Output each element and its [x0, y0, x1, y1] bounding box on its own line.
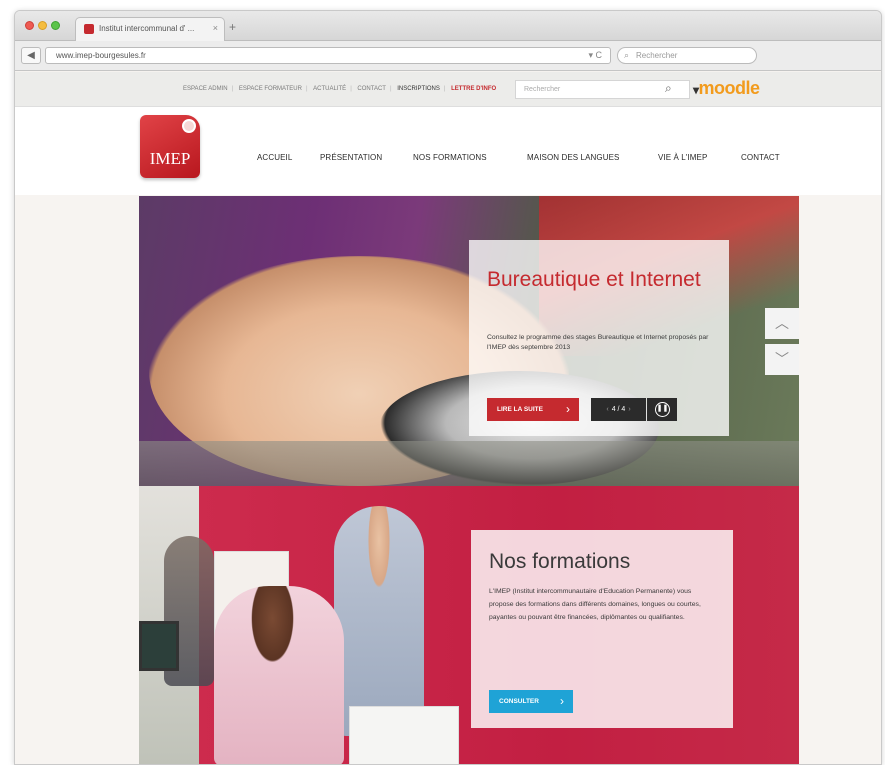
utility-link-admin[interactable]: ESPACE ADMIN [183, 86, 228, 92]
formations-description: L'IMEP (Institut intercommunautaire d'Ed… [489, 588, 701, 621]
formations-photo-man-older [334, 506, 424, 736]
utility-bar: ESPACE ADMIN | ESPACE FORMATEUR | ACTUALIT… [15, 72, 881, 107]
url-text: www.imep-bourgesules.fr [56, 51, 146, 60]
utility-link-actualite[interactable]: ACTUALITÉ [313, 86, 346, 92]
minimize-window-button[interactable] [38, 21, 47, 30]
utility-link-formateur[interactable]: ESPACE FORMATEUR [239, 86, 302, 92]
search-icon[interactable]: ⌕ [665, 81, 672, 96]
formations-section: Nos formations L'IMEP (Institut intercom… [139, 486, 799, 764]
slide-card: Bureautique et Internet Consultez le pro… [469, 240, 729, 436]
utility-link-newsletter[interactable]: LETTRE D'INFO [451, 86, 496, 92]
browser-window: Institut intercommunal d' ... × + ◀ www.… [14, 10, 882, 765]
slide-up-button[interactable]: ︿ [765, 308, 799, 339]
zoom-window-button[interactable] [51, 21, 60, 30]
browser-search-input[interactable]: ⌕ Rechercher [617, 47, 757, 64]
read-more-button[interactable]: LIRE LA SUITE › [487, 398, 579, 421]
chevron-right-icon[interactable]: › [628, 406, 630, 413]
tab-close-icon[interactable]: × [213, 23, 218, 33]
site-search-placeholder: Rechercher [524, 86, 561, 93]
search-icon: ⌕ [624, 50, 630, 60]
nav-formations[interactable]: NOS FORMATIONS [413, 153, 487, 162]
formations-title: Nos formations [489, 550, 631, 573]
tab-title: Institut intercommunal d' ... [99, 24, 195, 33]
slide-title: Bureautique et Internet [487, 268, 701, 291]
hero-photo-desk [139, 441, 799, 486]
pause-icon: ❚❚ [655, 402, 670, 417]
web-page: ESPACE ADMIN | ESPACE FORMATEUR | ACTUALIT… [15, 72, 881, 764]
utility-link-contact[interactable]: CONTACT [357, 86, 386, 92]
site-search-input[interactable]: Rechercher [515, 80, 690, 99]
hero-slider: Bureautique et Internet Consultez le pro… [139, 196, 799, 486]
slide-down-button[interactable]: ﹀ [765, 344, 799, 375]
utility-link-inscriptions[interactable]: INSCRIPTIONS [397, 86, 440, 92]
favicon-icon [84, 24, 94, 34]
chevron-left-icon[interactable]: ‹ [606, 406, 608, 413]
nav-contact[interactable]: CONTACT [741, 153, 780, 162]
imep-logo[interactable]: IMEP [140, 115, 200, 178]
nav-vie-imep[interactable]: VIE À L'IMEP [658, 153, 707, 162]
reload-icon[interactable]: ▾ C [588, 50, 602, 61]
address-bar[interactable]: www.imep-bourgesules.fr ▾ C [45, 47, 611, 64]
nav-accueil[interactable]: ACCUEIL [257, 153, 292, 162]
chevron-right-icon: › [566, 402, 570, 416]
browser-titlebar: Institut intercommunal d' ... × + [15, 11, 881, 41]
pause-button[interactable]: ❚❚ [647, 398, 677, 421]
moodle-logo[interactable]: ▾moodle [693, 78, 760, 99]
logo-text: IMEP [149, 149, 191, 168]
consult-button[interactable]: CONSULTER › [489, 690, 573, 713]
site-header: IMEP ACCUEIL PRÉSENTATION NOS FORMATIONS… [15, 107, 881, 195]
slide-pager[interactable]: ‹ 4 / 4 › [591, 398, 646, 421]
back-button[interactable]: ◀ [21, 47, 41, 64]
utility-links: ESPACE ADMIN | ESPACE FORMATEUR | ACTUALIT… [183, 86, 497, 92]
slide-counter: 4 / 4 [611, 406, 626, 413]
browser-tab[interactable]: Institut intercommunal d' ... × [75, 17, 225, 41]
nav-presentation[interactable]: PRÉSENTATION [320, 153, 382, 162]
formations-card: Nos formations L'IMEP (Institut intercom… [471, 530, 733, 728]
browser-search-placeholder: Rechercher [636, 51, 678, 60]
logo-circle-icon [182, 119, 196, 133]
browser-toolbar: ◀ www.imep-bourgesules.fr ▾ C ⌕ Recherch… [15, 41, 881, 71]
slide-description: Consultez le programme des stages Bureau… [487, 334, 709, 351]
formations-photo-laptop [349, 706, 459, 764]
close-window-button[interactable] [25, 21, 34, 30]
formations-photo-monitor [139, 621, 179, 671]
formations-photo-man-young [214, 586, 344, 764]
new-tab-button[interactable]: + [229, 20, 236, 34]
chevron-right-icon: › [560, 694, 564, 708]
nav-maison-langues[interactable]: MAISON DES LANGUES [527, 153, 620, 162]
